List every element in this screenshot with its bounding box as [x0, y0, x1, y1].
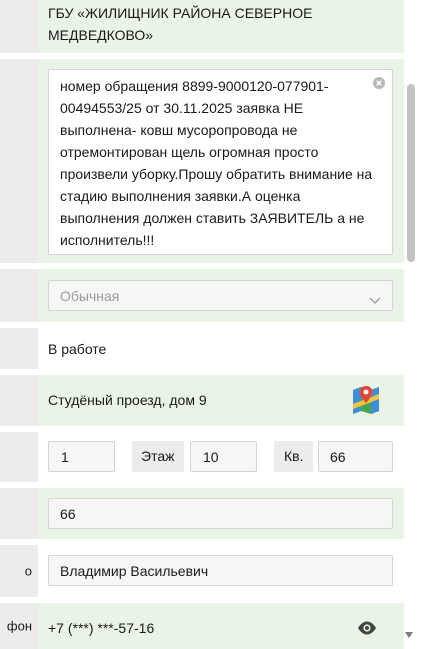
message-line: отремонтирован щель огромная просто — [60, 144, 319, 160]
organization-name: ГБУ «ЖИЛИЩНИК РАЙОНА СЕВЕРНОЕ МЕДВЕДКОВО… — [48, 5, 313, 43]
floor-field[interactable]: 10 — [190, 441, 257, 472]
floor-label-cell: Этаж — [132, 441, 184, 472]
priority-row: Обычная — [0, 269, 404, 322]
scrollbar-thumb[interactable] — [407, 84, 415, 262]
apartment-short-field[interactable]: 66 — [318, 441, 393, 472]
floor-value: 10 — [203, 449, 219, 465]
organization-label-cell — [0, 0, 38, 53]
message-label-cell — [0, 59, 38, 263]
floor-label: Этаж — [141, 448, 175, 464]
apartment-row-label-cell — [0, 488, 38, 539]
phone-value-cell: +7 (***) ***-57-16 — [38, 603, 404, 649]
eye-icon[interactable] — [357, 621, 377, 635]
phone-label: фон — [6, 618, 32, 634]
message-text: номер обращения 8899-9000120-077901- 004… — [60, 75, 390, 251]
entrance-value: 1 — [61, 449, 69, 465]
apartment-label: Кв. — [284, 448, 304, 464]
contact-row: о Владимир Васильевич — [0, 545, 404, 597]
message-textarea[interactable]: номер обращения 8899-9000120-077901- 004… — [48, 69, 393, 255]
priority-select-value: Обычная — [60, 288, 120, 304]
organization-row: ГБУ «ЖИЛИЩНИК РАЙОНА СЕВЕРНОЕ МЕДВЕДКОВО… — [0, 0, 404, 53]
message-line: выполнена- ковш мусоропровода не — [60, 122, 298, 138]
contact-label: о — [24, 563, 32, 579]
apartment-short-value: 66 — [330, 449, 346, 465]
address-text: Студёный проезд, дом 9 — [48, 392, 207, 408]
status-row: В работе — [0, 328, 404, 369]
priority-value-cell: Обычная — [38, 269, 404, 322]
message-line: 00494553/25 от 30.11.2025 заявка НЕ — [60, 100, 304, 116]
apartment-field[interactable]: 66 — [48, 498, 393, 529]
organization-value-cell: ГБУ «ЖИЛИЩНИК РАЙОНА СЕВЕРНОЕ МЕДВЕДКОВО… — [38, 0, 404, 53]
entrance-field[interactable]: 1 — [48, 441, 115, 472]
apartment-field-value: 66 — [60, 506, 76, 522]
apartment-row-value-cell: 66 — [38, 488, 404, 539]
apartment-label-cell: Кв. — [274, 441, 313, 472]
address-label-cell — [0, 375, 38, 426]
status-label-cell — [0, 328, 38, 369]
address-value-cell: Студёный проезд, дом 9 — [38, 375, 404, 426]
apartment-row: 66 — [0, 488, 404, 539]
contact-label-cell: о — [0, 545, 38, 597]
contact-name-field[interactable]: Владимир Васильевич — [48, 555, 393, 586]
message-line: исполнитель!!! — [60, 232, 155, 248]
contact-value-cell: Владимир Васильевич — [38, 545, 404, 597]
message-row: номер обращения 8899-9000120-077901- 004… — [0, 59, 404, 263]
scroll-down-arrow-icon[interactable] — [405, 632, 413, 638]
phone-text: +7 (***) ***-57-16 — [48, 620, 155, 636]
status-text: В работе — [48, 341, 107, 357]
message-line: выполнения должен ставить ЗАЯВИТЕЛЬ а не — [60, 210, 365, 226]
priority-select[interactable]: Обычная — [48, 280, 393, 311]
status-value-cell: В работе — [38, 328, 404, 369]
message-line: произвели уборку.Прошу обратить внимание… — [60, 166, 373, 182]
message-value-cell: номер обращения 8899-9000120-077901- 004… — [38, 59, 404, 263]
chevron-down-icon — [369, 292, 381, 304]
address-row: Студёный проезд, дом 9 — [0, 375, 404, 426]
phone-label-cell: фон — [0, 603, 38, 649]
message-line: стадию выполнения заявки.А оценка — [60, 188, 301, 204]
map-pin-icon[interactable] — [351, 384, 381, 416]
message-line: номер обращения 8899-9000120-077901- — [60, 78, 329, 94]
location-value-cell: 1 Этаж 10 Кв. 66 — [38, 432, 404, 482]
priority-label-cell — [0, 269, 38, 322]
location-row: 1 Этаж 10 Кв. 66 — [0, 432, 404, 482]
contact-name-value: Владимир Васильевич — [60, 563, 209, 579]
phone-row: фон +7 (***) ***-57-16 — [0, 603, 404, 649]
clear-circle-x-icon[interactable] — [373, 76, 385, 89]
entrance-label-cell — [0, 432, 38, 482]
